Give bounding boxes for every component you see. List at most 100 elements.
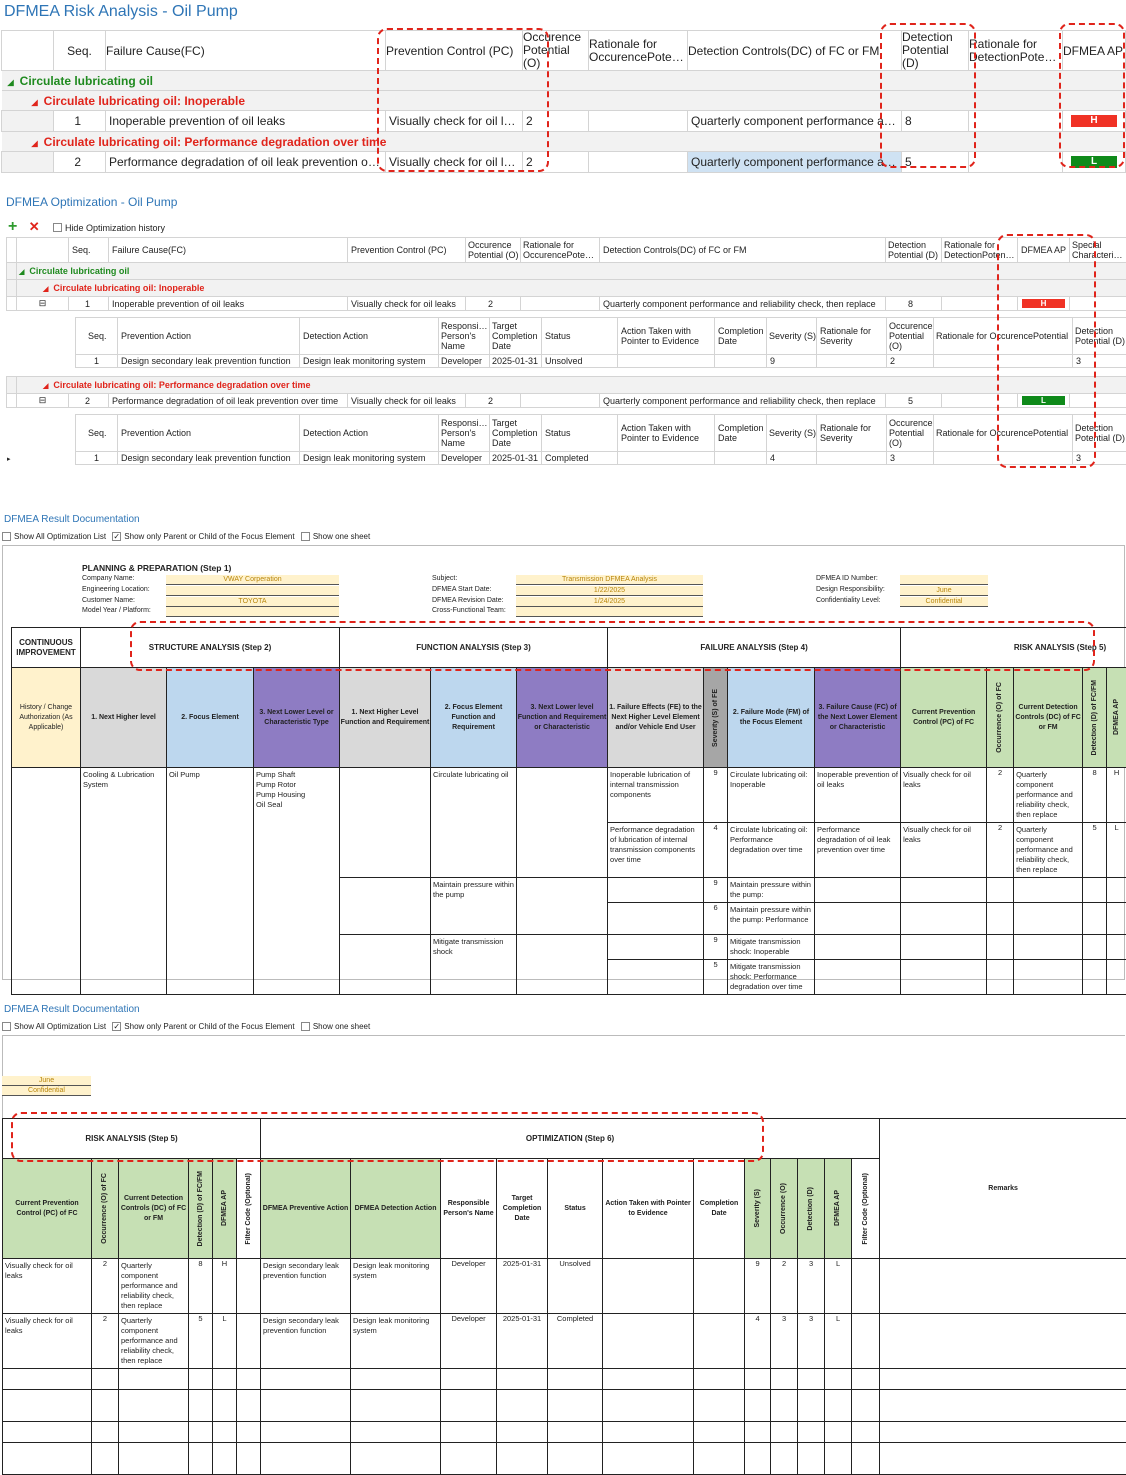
risk-cell-fc[interactable]: Inoperable prevention of oil leaks [106,111,386,132]
act-cell-resp[interactable]: Developer [439,452,490,465]
table-row[interactable] [3,1422,1126,1443]
cell-higher[interactable]: Cooling & Lubrication System [81,768,167,995]
act-col-occ[interactable]: Occurence Potential (O) [887,318,934,355]
cell-o[interactable]: 2 [987,823,1014,878]
table-row[interactable]: 2 Performance degradation of oil leak pr… [2,152,1126,173]
cell-pc[interactable]: Visually check for oil leaks [901,768,987,823]
opt-col-pc[interactable]: Prevention Control (PC) [348,238,466,263]
cell-fe[interactable]: Inoperable lubrication of internal trans… [608,768,704,823]
cell-ap[interactable]: L [213,1314,237,1369]
opt-col-dc[interactable]: Detection Controls(DC) of FC or FM [600,238,886,263]
cell-ap[interactable]: L [1107,823,1126,878]
model-field[interactable] [166,607,339,617]
cell-fc[interactable]: Inoperable prevention of oil leaks [815,768,901,823]
risk-cell-fc[interactable]: Performance degradation of oil leak prev… [106,152,386,173]
act-cell-target[interactable]: 2025-01-31 [490,355,542,368]
cell-severity[interactable]: 9 [704,935,728,960]
act-col-action[interactable]: Action Taken with Pointer to Evidence [618,318,715,355]
cell-status[interactable]: Unsolved [548,1259,603,1314]
show-parent-checkbox[interactable]: ✓ [112,1022,121,1031]
act-col-det[interactable]: Detection Potential (D) [1073,415,1126,452]
show-one-sheet-checkbox[interactable] [301,532,310,541]
opt-col-d[interactable]: Detection Potential (D) [886,238,942,263]
risk-col-d[interactable]: Detection Potential (D) [902,31,969,71]
table-row[interactable]: 1 Design secondary leak prevention funct… [76,355,1126,368]
act-cell-prevention[interactable]: Design secondary leak prevention functio… [118,355,300,368]
act-cell-detection[interactable]: Design leak monitoring system [300,452,439,465]
cell-severity[interactable]: 4 [704,823,728,878]
cell-responsible[interactable]: Developer [441,1314,497,1369]
act-col-status[interactable]: Status [542,415,618,452]
act-cell-prevention[interactable]: Design secondary leak prevention functio… [118,452,300,465]
cell-ap2[interactable]: L [825,1259,852,1314]
cell-severity[interactable]: 6 [704,903,728,935]
cell-d[interactable]: 5 [189,1314,213,1369]
table-row[interactable] [3,1390,1126,1422]
id-field[interactable] [900,575,988,585]
act-cell-severity[interactable]: 4 [767,452,817,465]
risk-cell-pc[interactable]: Visually check for oil leaks [386,152,523,173]
opt-cell-dc[interactable]: Quarterly component performance and reli… [600,297,886,311]
cell-fm[interactable]: Mitigate transmission shock: Inoperable [728,935,815,960]
cell-function[interactable]: Mitigate transmission shock [431,935,517,995]
cell-severity[interactable]: 9 [745,1259,771,1314]
act-col-rat-o[interactable]: Rationale for OccurencePotential [934,318,1073,355]
risk-cell-o[interactable]: 2 [523,152,589,173]
eng-field[interactable] [166,586,339,596]
act-col-completion[interactable]: Completion Date [715,415,767,452]
risk-col-rat-d[interactable]: Rationale for DetectionPotential [969,31,1063,71]
cell-status[interactable]: Completed [548,1314,603,1369]
cell-target-date[interactable]: 2025-01-31 [497,1314,548,1369]
table-row[interactable]: Visually check for oil leaks 2 Quarterly… [3,1259,1126,1314]
risk-cell-seq[interactable]: 1 [54,111,106,132]
opt-cell-seq[interactable]: 2 [69,394,109,408]
cell-d2[interactable]: 3 [798,1314,825,1369]
act-col-resp[interactable]: Responsible Person's Name [439,415,490,452]
table-row[interactable]: ⊟ 2 Performance degradation of oil leak … [7,394,1126,408]
show-parent-checkbox[interactable]: ✓ [112,532,121,541]
cell-responsible[interactable]: Developer [441,1259,497,1314]
act-col-severity[interactable]: Severity (S) [767,415,817,452]
table-row[interactable]: Visually check for oil leaks 2 Quarterly… [3,1314,1126,1369]
risk-col-dc[interactable]: Detection Controls(DC) of FC or FM [688,31,902,71]
cell-ap[interactable]: H [213,1259,237,1314]
act-col-seq[interactable]: Seq. [76,415,118,452]
cell-pc[interactable]: Visually check for oil leaks [3,1314,92,1369]
cell-severity[interactable]: 9 [704,878,728,903]
cell-function[interactable]: Maintain pressure within the pump [431,878,517,935]
act-col-seq[interactable]: Seq. [76,318,118,355]
collapse-icon[interactable]: ⊟ [39,395,47,405]
act-col-completion[interactable]: Completion Date [715,318,767,355]
act-cell-det[interactable]: 3 [1073,355,1126,368]
risk-col-o[interactable]: Occurence Potential (O) [523,31,589,71]
opt-sub-row-2[interactable]: ◢Circulate lubricating oil: Performance … [7,377,1126,394]
risk-cell-o[interactable]: 2 [523,111,589,132]
opt-col-o[interactable]: Occurence Potential (O) [466,238,521,263]
table-row[interactable] [3,1443,1126,1475]
table-row[interactable]: 1 Design secondary leak prevention funct… [76,452,1126,465]
expand-icon[interactable]: ◢ [43,383,48,390]
act-cell-seq[interactable]: 1 [76,452,118,465]
opt-cell-pc[interactable]: Visually check for oil leaks [348,297,466,311]
act-col-severity[interactable]: Severity (S) [767,318,817,355]
expand-icon[interactable]: ◢ [19,269,24,276]
table-row[interactable] [3,1369,1126,1390]
cell-d[interactable]: 5 [1083,823,1107,878]
cell-detection-action[interactable]: Design leak monitoring system [351,1314,441,1369]
cell-o[interactable]: 2 [92,1259,119,1314]
cell-fm[interactable]: Mitigate transmission shock: Performance… [728,960,815,995]
cell-detection-action[interactable]: Design leak monitoring system [351,1259,441,1314]
subject-field[interactable]: Transmission DFMEA Analysis [516,575,703,585]
act-cell-resp[interactable]: Developer [439,355,490,368]
act-cell-status[interactable]: Completed [542,452,618,465]
risk-col-rat-o[interactable]: Rationale for OccurencePotential [589,31,688,71]
act-col-resp[interactable]: Responsible Person's Name [439,318,490,355]
cell-severity[interactable]: 4 [745,1314,771,1369]
act-col-rat-o[interactable]: Rationale for OccurencePotential [934,415,1073,452]
risk-col-ap[interactable]: DFMEA AP [1063,31,1126,71]
cell-pc[interactable]: Visually check for oil leaks [3,1259,92,1314]
show-one-sheet-checkbox[interactable] [301,1022,310,1031]
risk-col-fc[interactable]: Failure Cause(FC) [106,31,386,71]
conf-field[interactable]: Confidential [900,597,988,607]
opt-cell-d[interactable]: 5 [886,394,942,408]
